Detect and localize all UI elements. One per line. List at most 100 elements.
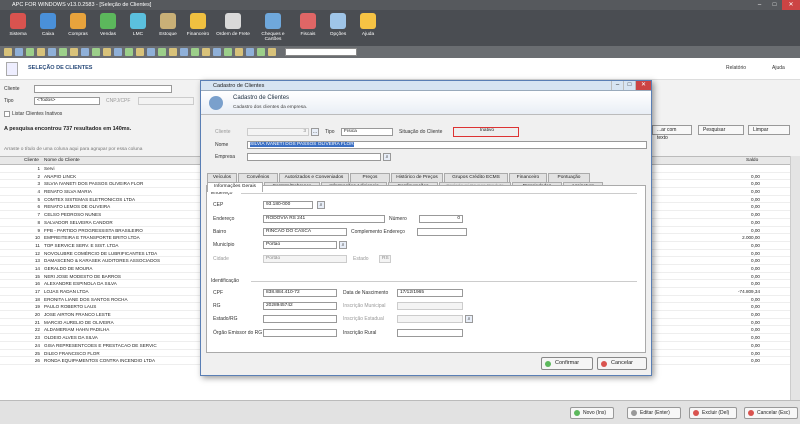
quick-icon[interactable] [213,48,221,56]
nascimento-field[interactable]: 17/12/1965 [397,289,463,297]
tab-4[interactable]: Histórico de Preços [391,173,443,182]
cancelar-main-button[interactable]: Cancelar (Esc) [744,407,798,419]
tab-5[interactable]: Grupos Crédito ECMS [444,173,508,182]
inativos-checkbox[interactable] [4,111,10,117]
quick-icon[interactable] [70,48,78,56]
quick-icon[interactable] [191,48,199,56]
nome-field[interactable]: SILVIA IVANETI DOS PASSOS OLIVEIRA FLOR [247,141,647,149]
relatorio-link[interactable]: Relatório [726,65,746,71]
situacao-value[interactable]: Inativo [453,127,519,137]
grid-scrollbar[interactable] [790,156,800,400]
toolbar-button-7[interactable]: Ordem de Frete [214,10,252,46]
estadorg-select[interactable] [263,315,337,323]
quick-icon[interactable] [158,48,166,56]
quick-icon[interactable] [180,48,188,56]
quick-icon[interactable] [59,48,67,56]
cell-saldo: 0,00 [751,258,760,264]
user-icon [209,96,223,110]
close-button[interactable]: ✕ [782,0,800,10]
quick-icon[interactable] [103,48,111,56]
quick-icon[interactable] [92,48,100,56]
cliente-lookup-icon[interactable]: … [311,128,319,136]
quick-icon[interactable] [235,48,243,56]
cancelar-button[interactable]: Cancelar [597,357,647,370]
col-saldo[interactable]: Saldo [746,158,758,163]
quick-icon[interactable] [268,48,276,56]
endereco-field[interactable]: RODOVIA RS 241 [263,215,385,223]
quick-icon[interactable] [4,48,12,56]
numero-field[interactable]: 0 [419,215,463,223]
toolbar-button-8[interactable]: Cheques e Cartões [254,10,292,46]
ie-lookup-icon[interactable]: ⌕ [465,315,473,323]
quick-icon[interactable] [37,48,45,56]
tab-1[interactable]: Convênios [238,173,278,182]
excluir-button[interactable]: Excluir (Del) [689,407,737,419]
quick-icon[interactable] [125,48,133,56]
quick-icon[interactable] [202,48,210,56]
quick-icon[interactable] [224,48,232,56]
quick-icon[interactable] [114,48,122,56]
ajuda-link[interactable]: Ajuda [772,65,785,71]
quick-icon[interactable] [48,48,56,56]
cep-field[interactable]: 93.180-000 [263,201,313,209]
novo-button[interactable]: Novo (Ins) [570,407,614,419]
tab-0[interactable]: Veículos [207,173,237,182]
toolbar-button-1[interactable]: Caixa [34,10,62,46]
confirmar-button[interactable]: Confirmar [541,357,593,370]
cpf-field[interactable]: 838.884.410-72 [263,289,337,297]
cell-nome: NERI JOSE MODESTO DE BARROS [44,273,122,279]
toolbar-button-11[interactable]: Ajuda [354,10,382,46]
toolbar-button-10[interactable]: Opções [324,10,352,46]
quick-icon[interactable] [246,48,254,56]
quick-icon[interactable] [15,48,23,56]
toolbar-button-2[interactable]: Compras [64,10,92,46]
toolbar-button-3[interactable]: Vendas [94,10,122,46]
orgao-field[interactable] [263,329,337,337]
quick-icon[interactable] [136,48,144,56]
quick-icon[interactable] [81,48,89,56]
tab-2[interactable]: Autorizados e Conveniados [279,173,349,182]
empresa-lookup-icon[interactable]: ⌕ [383,153,391,161]
tab-6[interactable]: Financeiro [509,173,547,182]
quick-select[interactable] [285,48,357,56]
cidade-label: Cidade [213,256,229,262]
toolbar-button-0[interactable]: Sistema [4,10,32,46]
tab2-0[interactable]: Informações Gerais [207,182,263,192]
cliente-filter-input[interactable] [34,85,172,93]
municipio-lookup-icon[interactable]: ⌕ [339,241,347,249]
dialog-maximize-button[interactable]: □ [623,81,635,90]
ir-field[interactable] [397,329,463,337]
nascimento-label: Data de Nascimento [343,290,389,296]
toolbar-button-5[interactable]: Estoque [154,10,182,46]
col-nome[interactable]: Nome do Cliente [44,158,80,163]
result-count: A pesquisa encontrou 737 resultados em 1… [4,126,132,132]
quick-icon[interactable] [26,48,34,56]
cell-saldo: 0,00 [751,342,760,348]
pesquisar-button[interactable]: Pesquisar [698,125,744,135]
rg-field[interactable]: 2028945742 [263,302,337,310]
tipo-select[interactable]: Física [341,128,393,136]
cep-search-icon[interactable]: ⌕ [317,201,325,209]
tipo-filter-select[interactable]: <Todos> [34,97,100,105]
cnpj-filter-input[interactable] [138,97,194,105]
dialog-close-button[interactable]: ✕ [635,81,651,90]
dialog-minimize-button[interactable]: – [611,81,623,90]
editar-button[interactable]: Editar (Enter) [627,407,681,419]
minimize-button[interactable]: – [752,0,767,10]
quick-icon[interactable] [147,48,155,56]
toolbar-button-6[interactable]: Financeiro [184,10,212,46]
complemento-field[interactable] [417,228,467,236]
quick-icon[interactable] [257,48,265,56]
toolbar-button-4[interactable]: LMC [124,10,152,46]
quick-icon[interactable] [169,48,177,56]
col-cliente[interactable]: Cliente [24,158,39,163]
toolbar-button-9[interactable]: Fiscais [294,10,322,46]
empresa-select[interactable] [247,153,381,161]
tab-3[interactable]: Preços [350,173,390,182]
municipio-select[interactable]: Portao [263,241,337,249]
limpar-button[interactable]: Limpar [748,125,790,135]
tab-7[interactable]: Pontuação [548,173,590,182]
search-mode-select[interactable]: ...ar com texto [652,125,692,141]
bairro-field[interactable]: RINCAO DO CASCA [263,228,347,236]
maximize-button[interactable]: □ [767,0,782,10]
